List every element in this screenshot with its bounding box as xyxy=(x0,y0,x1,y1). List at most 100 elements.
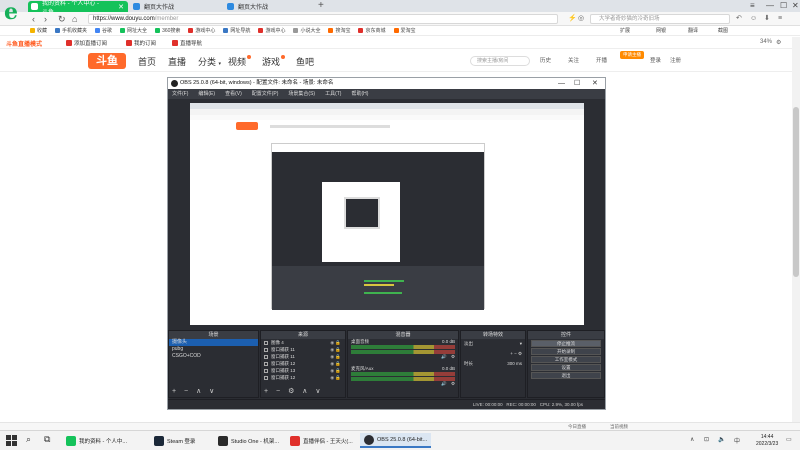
eye-icon[interactable]: ◉ 🔒 xyxy=(330,339,341,346)
scene-item[interactable]: CSGO+COD xyxy=(169,353,258,360)
menu-edit[interactable]: 编辑(E) xyxy=(198,89,215,99)
nav-category[interactable]: 分类 ▾ xyxy=(198,55,221,68)
douyu-logo[interactable]: 斗鱼 xyxy=(88,53,126,69)
settings-button[interactable]: 设置 xyxy=(531,364,601,371)
extensions-button[interactable]: 扩展 xyxy=(620,26,630,36)
bookmark-item[interactable]: 爱淘宝 xyxy=(393,27,416,34)
my-subscription-link[interactable]: 我的订阅 xyxy=(126,39,156,47)
menu-file[interactable]: 文件(F) xyxy=(172,89,188,99)
translate-button[interactable]: 翻译 xyxy=(688,26,698,36)
scrollbar-thumb[interactable] xyxy=(793,107,799,277)
transition-controls[interactable]: + − ⚙ xyxy=(461,349,525,359)
source-item[interactable]: 图像 4 ◉ 🔒 xyxy=(261,339,345,346)
add-subscription-link[interactable]: 添加直播订阅 xyxy=(66,39,107,47)
nav-home[interactable]: 首页 xyxy=(138,55,156,68)
eye-icon[interactable]: ◉ 🔒 xyxy=(330,374,341,381)
network-icon[interactable]: ⊡ xyxy=(704,436,709,443)
browser-tab-1[interactable]: 翻页大作战 xyxy=(130,1,222,12)
new-tab-icon[interactable]: + xyxy=(318,0,324,12)
browser-tab-0[interactable]: 我的资料 - 个人中心 - 斗鱼 ✕ xyxy=(28,1,128,16)
close-window-icon[interactable]: ✕ xyxy=(792,0,799,12)
search-icon[interactable]: ⌕ xyxy=(26,434,31,445)
volume-icon[interactable]: 🔈 xyxy=(718,436,725,443)
start-recording-button[interactable]: 开始录制 xyxy=(531,348,601,355)
nav-fishbar[interactable]: 鱼吧 xyxy=(296,55,314,68)
source-item[interactable]: 窗口捕获 13 ◉ 🔒 xyxy=(261,367,345,374)
menu-help[interactable]: 帮助(H) xyxy=(351,89,368,99)
taskbar-app-steam[interactable]: Steam 登录 xyxy=(150,433,199,448)
lightning-icon[interactable]: ⚡ xyxy=(568,14,577,24)
search-engine-icon[interactable]: ◎ xyxy=(578,14,584,24)
screenshot-button[interactable]: 截图 xyxy=(718,26,728,36)
forward-icon[interactable]: › xyxy=(44,13,47,25)
online-banking-button[interactable]: 网银 xyxy=(656,26,666,36)
taskbar-app-studio-one[interactable]: Studio One - 机架... xyxy=(214,433,283,448)
system-clock[interactable]: 14:44 2022/3/23 xyxy=(756,434,778,448)
exit-button[interactable]: 退出 xyxy=(531,372,601,379)
speaker-icon[interactable]: 🔊 xyxy=(441,354,447,360)
maximize-icon[interactable]: ☐ xyxy=(780,0,787,12)
douyu-search-input[interactable]: 搜索主播/房间 xyxy=(470,56,530,66)
task-view-icon[interactable]: ⧉ xyxy=(44,434,50,445)
studio-mode-button[interactable]: 工作室模式 xyxy=(531,356,601,363)
gear-icon[interactable]: ⚙ xyxy=(451,354,455,360)
douyu-mode-logo[interactable]: 斗鱼直播模式 xyxy=(6,39,42,48)
ime-icon[interactable]: 中 xyxy=(734,436,740,445)
history-button[interactable]: 历史 xyxy=(540,56,551,64)
close-tab-icon[interactable]: ✕ xyxy=(118,3,124,11)
refresh-icon[interactable]: ↻ xyxy=(58,13,66,25)
source-controls[interactable]: + − ⚙ ∧ ∨ xyxy=(264,387,323,395)
settings-icon[interactable]: ⚙ xyxy=(776,39,781,46)
bookmark-item[interactable]: 谷歌 xyxy=(95,27,112,34)
apply-streamer-badge[interactable]: 申请主播 xyxy=(620,51,644,59)
menu-view[interactable]: 查看(V) xyxy=(225,89,242,99)
bookmark-item[interactable]: 京东商城 xyxy=(358,27,386,34)
live-nav-link[interactable]: 直播导航 xyxy=(172,39,202,47)
tray-expand-icon[interactable]: ∧ xyxy=(690,436,694,443)
transition-type[interactable]: 淡出 ▾ xyxy=(461,339,525,349)
minimize-icon[interactable]: — xyxy=(558,78,565,89)
search-input[interactable]: 大学者奇妙猫的冷奇旧场 xyxy=(590,14,730,24)
back-icon[interactable]: ‹ xyxy=(32,13,35,25)
user-icon[interactable]: ☺ xyxy=(750,14,757,24)
bookmark-item[interactable]: 360搜索 xyxy=(155,27,180,34)
scene-item[interactable]: 摄像头 xyxy=(169,339,258,346)
source-item[interactable]: 窗口捕获 12 ◉ 🔒 xyxy=(261,360,345,367)
bookmark-item[interactable]: 手机收藏夹 xyxy=(55,27,87,34)
maximize-icon[interactable]: ☐ xyxy=(574,78,580,89)
taskbar-app-browser[interactable]: 我的资料 - 个人中... xyxy=(62,433,131,448)
eye-icon[interactable]: ◉ 🔒 xyxy=(330,353,341,360)
speaker-icon[interactable]: 🔊 xyxy=(441,381,447,387)
eye-icon[interactable]: ◉ 🔒 xyxy=(330,346,341,353)
home-icon[interactable]: ⌂ xyxy=(72,13,77,25)
taskbar-app-live-companion[interactable]: 直播伴侣 - 王天火(... xyxy=(286,433,357,448)
gear-icon[interactable]: ⚙ xyxy=(451,381,455,387)
taskbar-app-obs[interactable]: OBS 25.0.8 (64-bit... xyxy=(360,433,432,448)
nav-live[interactable]: 直播 xyxy=(168,55,186,68)
minimize-icon[interactable]: — xyxy=(766,0,774,12)
nav-video[interactable]: 视频 xyxy=(228,55,252,68)
menu-icon[interactable]: ≡ xyxy=(778,14,782,24)
transition-duration[interactable]: 时长 300 ms xyxy=(461,359,525,369)
register-button[interactable]: 注册 xyxy=(670,56,681,64)
follow-button[interactable]: 关注 xyxy=(568,56,579,64)
bookmark-item[interactable]: 游戏中心 xyxy=(258,27,285,34)
undo-icon[interactable]: ↶ xyxy=(736,14,742,24)
scene-item[interactable]: pubg xyxy=(169,346,258,353)
bookmark-item[interactable]: 网址大全 xyxy=(120,27,147,34)
nav-game[interactable]: 游戏 xyxy=(262,55,286,68)
menu-tools[interactable]: 工具(T) xyxy=(325,89,341,99)
eye-icon[interactable]: ◉ 🔒 xyxy=(330,367,341,374)
start-broadcast-button[interactable]: 开播 xyxy=(596,56,607,64)
bookmark-item[interactable]: 搜淘宝 xyxy=(328,27,350,34)
menu-profile[interactable]: 配置文件(P) xyxy=(252,89,279,99)
notification-icon[interactable]: ▭ xyxy=(786,436,792,443)
bookmark-item[interactable]: 小说大全 xyxy=(293,27,320,34)
menu-icon[interactable]: ≡ xyxy=(750,0,755,12)
source-item[interactable]: 窗口捕获 12 ◉ 🔒 xyxy=(261,374,345,381)
scene-controls[interactable]: + − ∧ ∨ xyxy=(172,387,217,395)
stop-streaming-button[interactable]: 停止推流 xyxy=(531,340,601,347)
bookmark-item[interactable]: 游戏中心 xyxy=(188,27,215,34)
add-remove-icon[interactable]: + − ⚙ xyxy=(510,351,522,357)
obs-preview-canvas[interactable] xyxy=(190,103,584,325)
